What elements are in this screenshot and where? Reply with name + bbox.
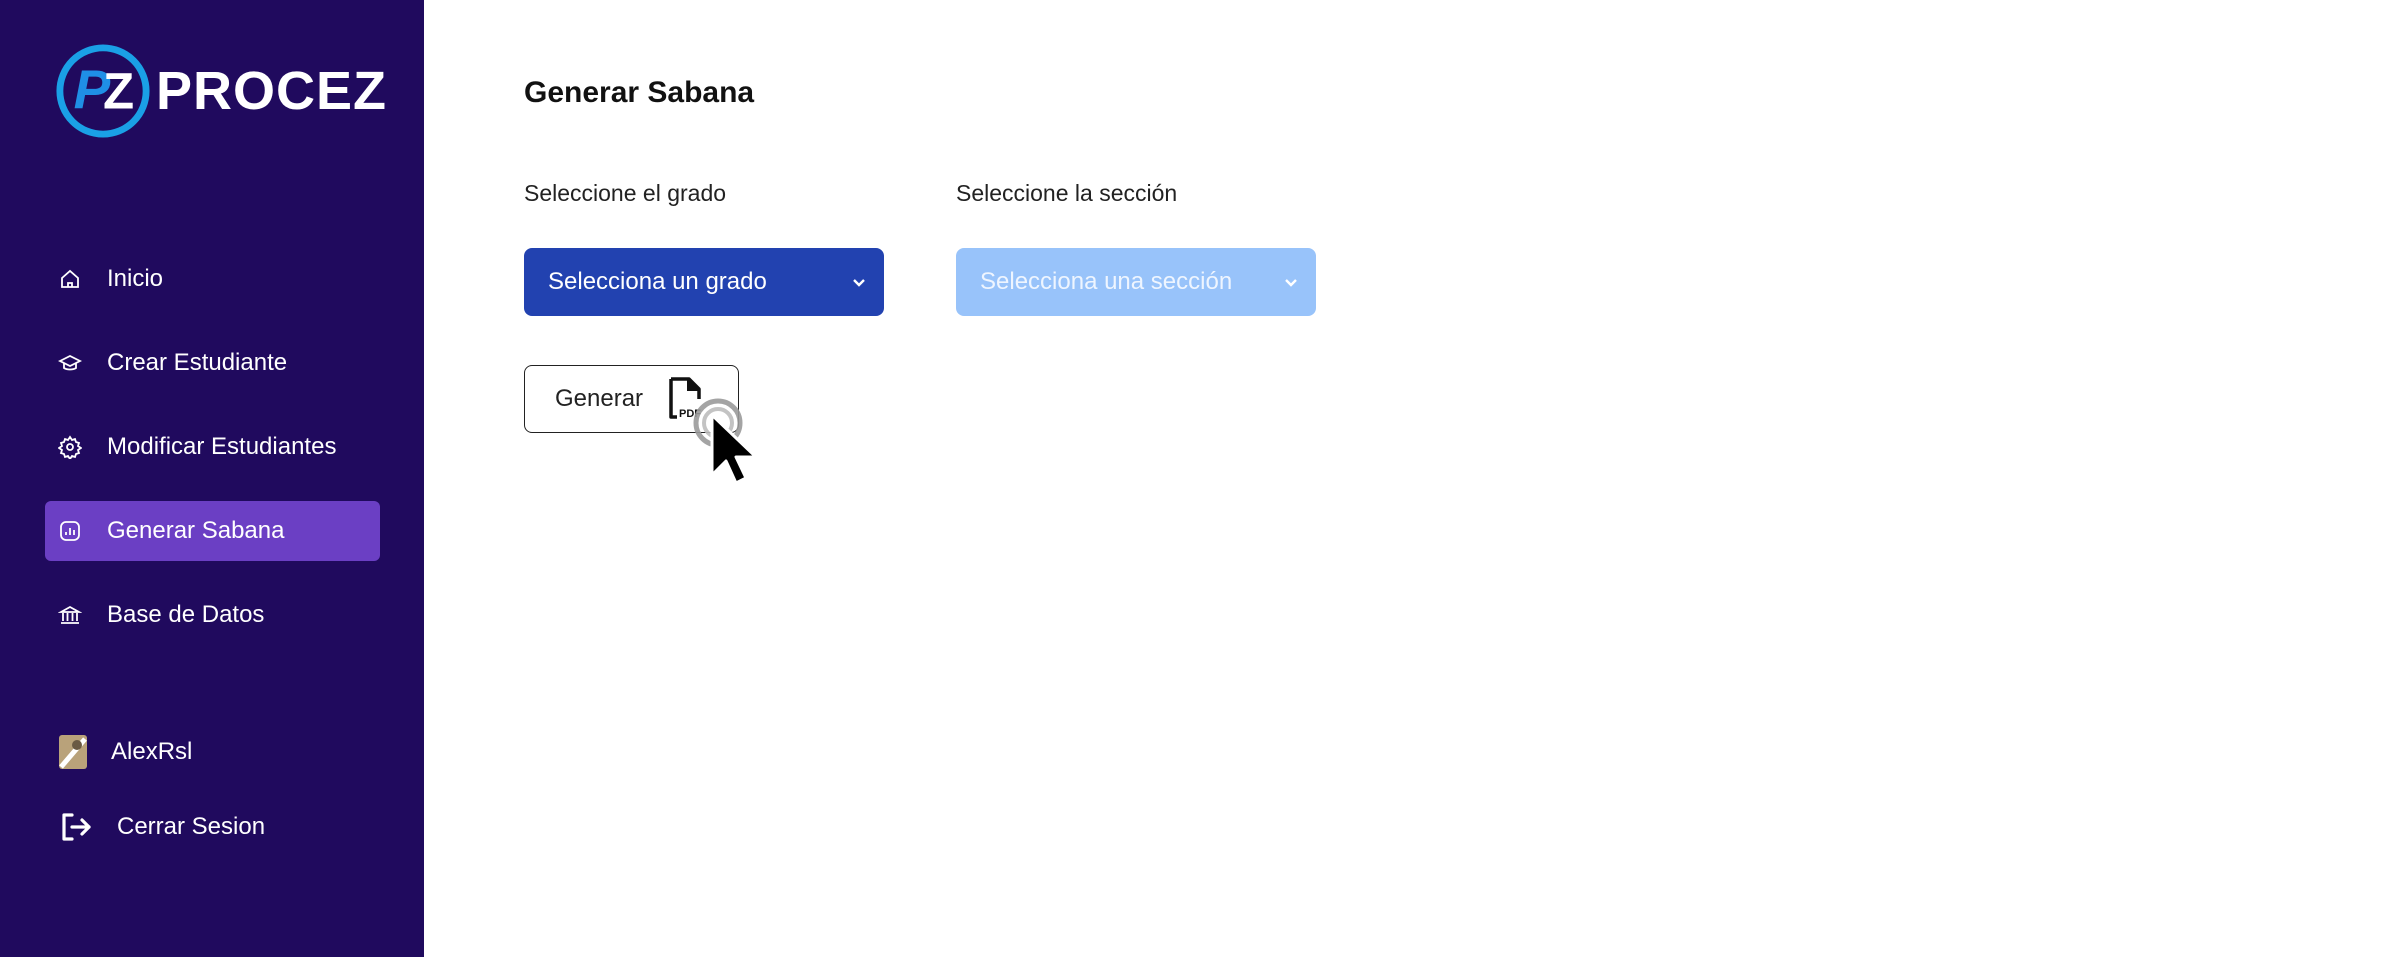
pdf-file-icon: PDF [669,377,701,420]
generate-button-label: Generar [555,385,644,412]
user-profile[interactable]: AlexRsl [57,733,192,771]
logout-icon [57,808,95,846]
seccion-select-value: Selecciona una sección [980,268,1233,295]
generate-button[interactable]: Generar PDF [524,365,739,433]
logout-label: Cerrar Sesion [117,813,266,840]
sidebar-item-generar-sabana[interactable]: Generar Sabana [45,501,380,561]
user-name: AlexRsl [111,738,193,765]
app-root: P Z PROCEZ Inicio Crear Estudiante Modif… [0,0,2400,957]
gear-icon [57,434,83,460]
sidebar-item-label: Modificar Estudiantes [107,433,337,460]
chevron-down-icon [853,279,865,287]
sidebar-item-modificar-estudiantes[interactable]: Modificar Estudiantes [45,417,380,477]
avatar [57,733,89,771]
sidebar-item-crear-estudiante[interactable]: Crear Estudiante [45,333,380,393]
brand-name: PROCEZ [156,61,388,121]
main-content: Generar Sabana Seleccione el grado Selec… [424,0,2400,957]
sidebar-nav: Inicio Crear Estudiante Modificar Estudi… [45,249,380,669]
sidebar-item-inicio[interactable]: Inicio [45,249,380,309]
brand-logo[interactable]: P Z PROCEZ [54,42,387,140]
sidebar-item-label: Inicio [107,265,164,292]
sidebar-item-label: Base de Datos [107,601,265,628]
home-icon [57,266,83,292]
bank-icon [57,602,83,628]
svg-text:Z: Z [103,63,134,120]
chevron-down-icon [1285,279,1297,287]
page-title: Generar Sabana [524,76,755,109]
report-icon [57,518,83,544]
grado-select[interactable]: Selecciona un grado [524,248,884,316]
sidebar-item-label: Generar Sabana [107,517,285,544]
sidebar-item-label: Crear Estudiante [107,349,288,376]
grado-select-value: Selecciona un grado [548,268,767,295]
seccion-label: Seleccione la sección [956,180,1178,206]
graduation-cap-icon [57,350,83,376]
logo-mark-icon: P Z [54,42,152,140]
grado-label: Seleccione el grado [524,180,727,206]
sidebar: P Z PROCEZ Inicio Crear Estudiante Modif… [0,0,424,957]
logout-button[interactable]: Cerrar Sesion [57,808,265,846]
seccion-select[interactable]: Selecciona una sección [956,248,1316,316]
sidebar-item-base-de-datos[interactable]: Base de Datos [45,585,380,645]
svg-text:PDF: PDF [679,408,701,420]
